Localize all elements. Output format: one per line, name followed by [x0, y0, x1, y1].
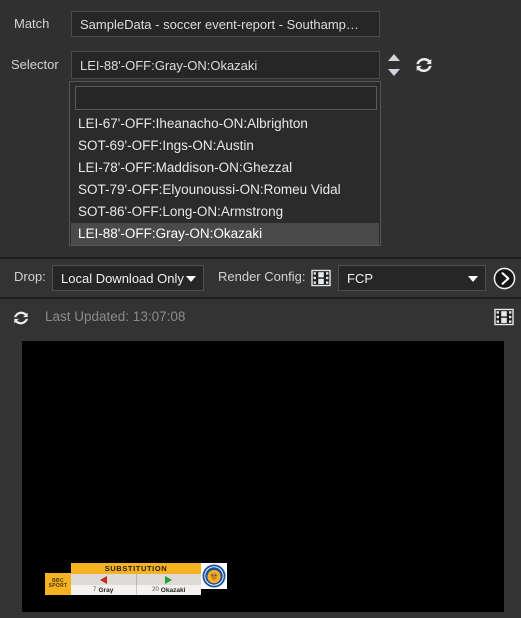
player-on: 20 Okazaki	[135, 585, 202, 595]
selector-field[interactable]: LEI-88'-OFF:Gray-ON:Okazaki	[71, 51, 380, 79]
status-bar: Last Updated: 13:07:08	[0, 299, 521, 337]
dropdown-item-list: LEI-67'-OFF:Iheanacho-ON:Albrighton SOT-…	[71, 113, 379, 245]
player-on-name: Okazaki	[160, 586, 186, 594]
render-config-label: Render Config:	[218, 269, 306, 284]
substitution-title: SUBSTITUTION	[71, 563, 201, 574]
dropdown-item-selected[interactable]: LEI-88'-OFF:Gray-ON:Okazaki	[71, 223, 379, 245]
dropdown-search-input[interactable]	[75, 86, 377, 110]
broadcaster-logo-line2: SPORT	[48, 583, 68, 589]
dropdown-item[interactable]: LEI-67'-OFF:Iheanacho-ON:Albrighton	[71, 113, 379, 135]
selector-row: Selector LEI-88'-OFF:Gray-ON:Okazaki	[0, 51, 521, 79]
dropdown-item[interactable]: SOT-86'-OFF:Long-ON:Armstrong	[71, 201, 379, 223]
up-down-spinner-icon[interactable]	[386, 54, 402, 76]
broadcaster-logo: BBC SPORT	[45, 573, 71, 595]
player-on-number: 20	[152, 587, 159, 593]
preview-area: BBC SPORT SUBSTITUTION 7 Gray 20 Okazaki	[0, 337, 521, 618]
dropdown-item[interactable]: LEI-78'-OFF:Maddison-ON:Ghezzal	[71, 157, 379, 179]
player-off-number: 7	[93, 587, 97, 593]
go-button[interactable]	[493, 267, 516, 290]
player-off-name: Gray	[98, 586, 114, 594]
match-row: Match SampleData - soccer event-report -…	[0, 11, 521, 37]
video-player[interactable]: BBC SPORT SUBSTITUTION 7 Gray 20 Okazaki	[22, 341, 504, 612]
leicester-city-crest-icon	[201, 563, 227, 589]
drop-select-value: Local Download Only	[61, 270, 184, 286]
off-arrow-cell	[71, 574, 136, 585]
film-strip-icon[interactable]	[311, 268, 331, 288]
last-updated-text: Last Updated: 13:07:08	[45, 309, 186, 324]
chevron-down-icon	[468, 276, 478, 282]
render-toolbar: Drop: Local Download Only Render Config:…	[0, 259, 521, 297]
selector-label: Selector	[11, 57, 59, 72]
substitution-graphic: BBC SPORT SUBSTITUTION 7 Gray 20 Okazaki	[45, 563, 227, 595]
dropdown-item[interactable]: SOT-69'-OFF:Ings-ON:Austin	[71, 135, 379, 157]
refresh-icon[interactable]	[11, 308, 31, 328]
arrow-left-red-icon	[99, 575, 107, 584]
on-arrow-cell	[135, 574, 202, 585]
substitution-arrow-row	[71, 574, 201, 585]
drop-label: Drop:	[14, 269, 46, 284]
render-config-value: FCP	[347, 270, 373, 286]
dropdown-item[interactable]: SOT-79'-OFF:Elyounoussi-ON:Romeu Vidal	[71, 179, 379, 201]
match-label: Match	[14, 16, 50, 31]
player-off: 7 Gray	[71, 585, 136, 595]
film-strip-icon[interactable]	[494, 307, 514, 327]
arrow-right-green-icon	[165, 575, 173, 584]
spinner-up-arrow[interactable]	[388, 54, 400, 61]
selector-dropdown-panel[interactable]: LEI-67'-OFF:Iheanacho-ON:Albrighton SOT-…	[69, 81, 381, 246]
render-config-select[interactable]: FCP	[338, 265, 486, 291]
form-area: Match SampleData - soccer event-report -…	[0, 0, 521, 258]
substitution-names-row: 7 Gray 20 Okazaki	[71, 585, 201, 595]
spinner-down-arrow[interactable]	[388, 69, 400, 76]
match-field[interactable]: SampleData - soccer event-report - South…	[71, 11, 380, 37]
drop-select[interactable]: Local Download Only	[52, 265, 204, 291]
chevron-down-icon	[186, 276, 196, 282]
refresh-selector-icon[interactable]	[413, 54, 435, 76]
application-window: Match SampleData - soccer event-report -…	[0, 0, 521, 618]
